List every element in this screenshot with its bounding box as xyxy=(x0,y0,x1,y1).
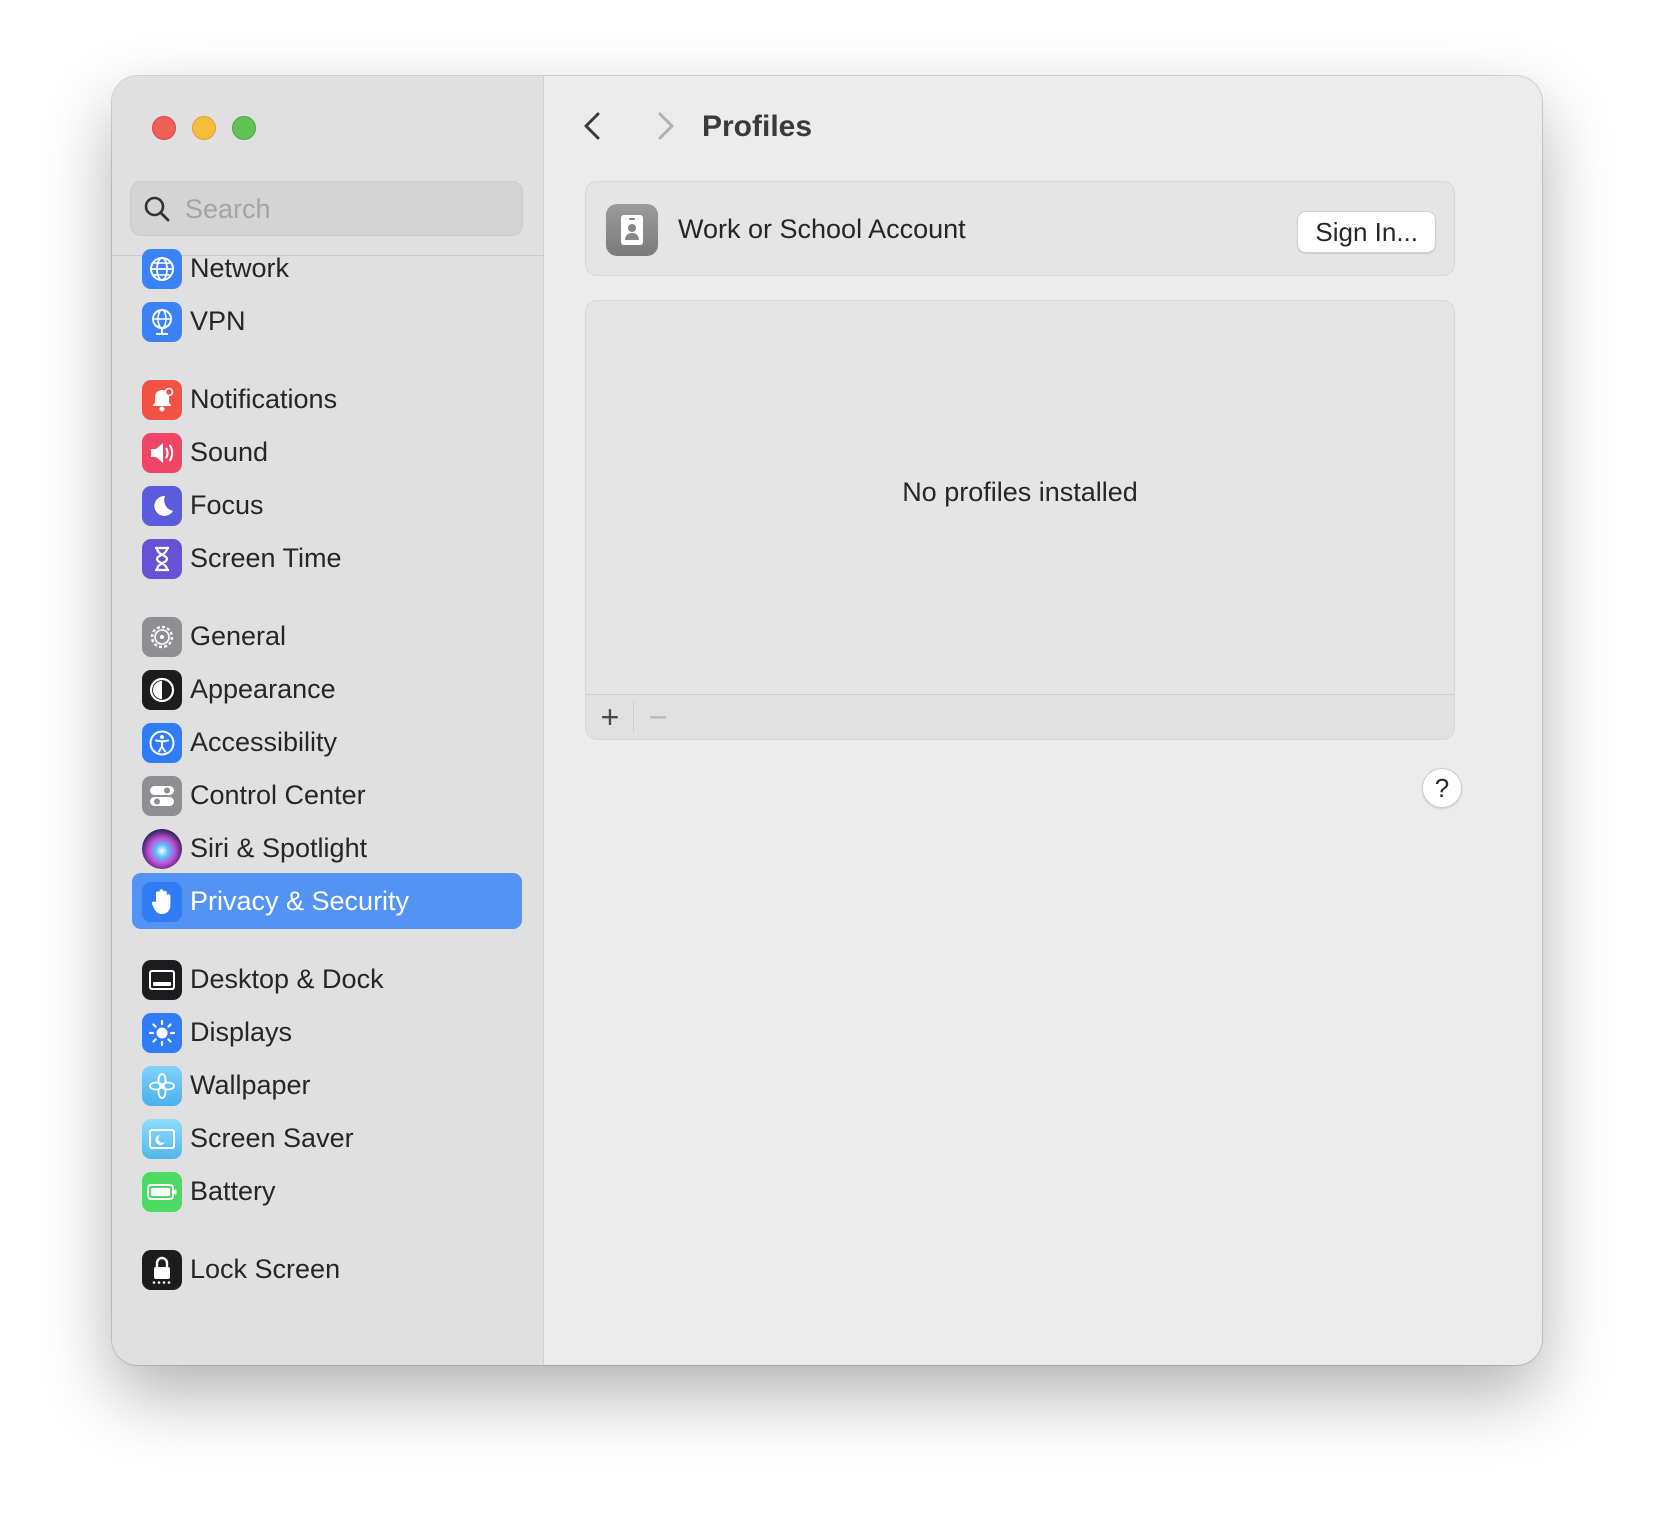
main-content: Profiles Work or School Account Sign In.… xyxy=(544,76,1542,1365)
traffic-lights xyxy=(152,116,256,140)
search-input[interactable] xyxy=(183,182,507,237)
sidebar-item-wallpaper[interactable]: Wallpaper xyxy=(132,1057,522,1113)
gear-icon xyxy=(142,617,182,657)
sidebar-item-label: Displays xyxy=(190,1017,293,1047)
sidebar-item-privacy-security[interactable]: Privacy & Security xyxy=(132,873,522,929)
accessibility-icon xyxy=(142,723,182,763)
work-school-account-row: Work or School Account Sign In... xyxy=(585,181,1455,276)
sidebar-item-sound[interactable]: Sound xyxy=(132,424,522,480)
sidebar-item-label: Lock Screen xyxy=(190,1254,341,1284)
sidebar-item-label: Network xyxy=(190,253,290,283)
profiles-toolbar: + − xyxy=(586,694,1454,739)
id-badge-icon xyxy=(606,204,658,256)
bell-icon xyxy=(142,380,182,420)
remove-profile-button[interactable]: − xyxy=(640,699,676,735)
battery-icon xyxy=(142,1172,182,1212)
add-profile-button[interactable]: + xyxy=(592,699,628,735)
sidebar-item-general[interactable]: General xyxy=(132,608,522,664)
hourglass-icon xyxy=(142,539,182,579)
sun-icon xyxy=(142,1013,182,1053)
sidebar-item-label: Battery xyxy=(190,1176,276,1206)
sidebar-item-network[interactable]: Network xyxy=(132,240,522,296)
lock-icon xyxy=(142,1250,182,1290)
sidebar-item-appearance[interactable]: Appearance xyxy=(132,661,522,717)
sidebar-item-label: Appearance xyxy=(190,674,336,704)
toolbar-divider xyxy=(633,701,634,733)
minimize-button[interactable] xyxy=(192,116,216,140)
toggles-icon xyxy=(142,776,182,816)
sidebar-item-siri-spotlight[interactable]: Siri & Spotlight xyxy=(132,820,522,876)
search-field[interactable] xyxy=(130,181,523,237)
search-icon xyxy=(144,196,170,222)
zoom-button[interactable] xyxy=(232,116,256,140)
vpn-globe-icon xyxy=(142,302,182,342)
sidebar-item-label: Control Center xyxy=(190,780,366,810)
sidebar-item-label: Privacy & Security xyxy=(190,886,410,916)
sidebar-item-label: Focus xyxy=(190,490,264,520)
globe-icon xyxy=(142,249,182,289)
sidebar-item-label: Wallpaper xyxy=(190,1070,311,1100)
sidebar-item-screen-time[interactable]: Screen Time xyxy=(132,530,522,586)
sign-in-button[interactable]: Sign In... xyxy=(1297,211,1436,253)
speaker-icon xyxy=(142,433,182,473)
sidebar-item-vpn[interactable]: VPN xyxy=(132,293,522,349)
sidebar-item-desktop-dock[interactable]: Desktop & Dock xyxy=(132,951,522,1007)
moon-icon xyxy=(142,486,182,526)
sidebar-item-control-center[interactable]: Control Center xyxy=(132,767,522,823)
profiles-list: No profiles installed + − xyxy=(585,300,1455,740)
dock-icon xyxy=(142,960,182,1000)
close-button[interactable] xyxy=(152,116,176,140)
sidebar-item-focus[interactable]: Focus xyxy=(132,477,522,533)
sidebar: Network VPN Notifications xyxy=(112,76,544,1365)
appearance-icon xyxy=(142,670,182,710)
back-chevron-icon[interactable] xyxy=(574,106,614,146)
screensaver-icon xyxy=(142,1119,182,1159)
sidebar-item-notifications[interactable]: Notifications xyxy=(132,371,522,427)
sidebar-item-battery[interactable]: Battery xyxy=(132,1163,522,1219)
siri-icon xyxy=(142,829,182,869)
sidebar-item-label: Notifications xyxy=(190,384,338,414)
page-title: Profiles xyxy=(702,110,813,143)
sidebar-item-screen-saver[interactable]: Screen Saver xyxy=(132,1110,522,1166)
sidebar-item-label: Desktop & Dock xyxy=(190,964,384,994)
account-label: Work or School Account xyxy=(678,214,966,244)
sidebar-item-label: Siri & Spotlight xyxy=(190,833,368,863)
empty-state-text: No profiles installed xyxy=(902,477,1138,507)
sidebar-item-label: General xyxy=(190,621,287,651)
sidebar-item-label: Screen Time xyxy=(190,543,342,573)
system-settings-window: Network VPN Notifications xyxy=(112,76,1542,1365)
hand-icon xyxy=(142,882,182,922)
flower-icon xyxy=(142,1066,182,1106)
sidebar-item-lock-screen[interactable]: Lock Screen xyxy=(132,1241,522,1297)
sidebar-item-accessibility[interactable]: Accessibility xyxy=(132,714,522,770)
sidebar-item-label: Screen Saver xyxy=(190,1123,354,1153)
sidebar-item-label: VPN xyxy=(190,306,246,336)
sidebar-item-displays[interactable]: Displays xyxy=(132,1004,522,1060)
sidebar-item-label: Accessibility xyxy=(190,727,338,757)
help-button[interactable]: ? xyxy=(1422,768,1462,808)
sidebar-item-label: Sound xyxy=(190,437,269,467)
forward-chevron-icon[interactable] xyxy=(644,106,684,146)
